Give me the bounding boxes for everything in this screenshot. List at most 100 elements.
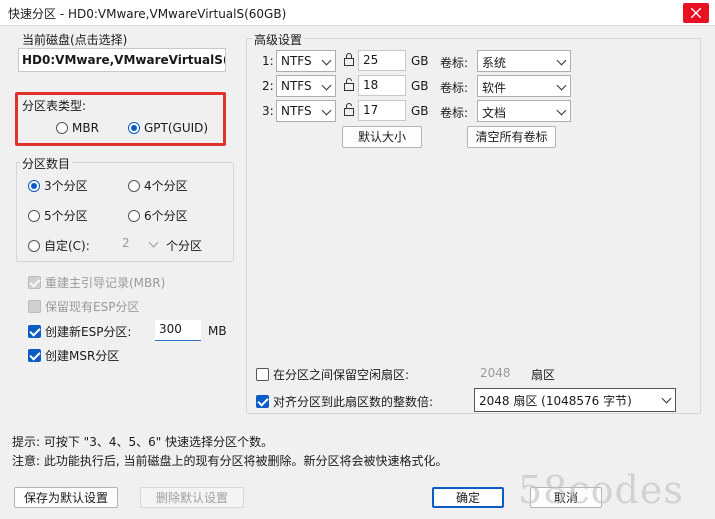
current-disk-selector[interactable]: HD0:VMware,VMwareVirtualS( <box>18 48 226 72</box>
radio-mbr-label: MBR <box>72 121 99 135</box>
keep-free-sectors-box <box>256 368 269 381</box>
row-3-index: 3: <box>262 104 274 118</box>
align-sectors-label: 对齐分区到此扇区数的整数倍: <box>273 395 434 409</box>
rebuild-mbr-box <box>28 276 41 289</box>
window-title: 快速分区 - HD0:VMware,VMwareVirtualS(60GB) <box>8 7 287 21</box>
radio-mbr-indicator <box>56 122 68 134</box>
esp-size-input[interactable]: 300 <box>155 320 201 341</box>
row-3-unit: GB <box>411 104 429 118</box>
chevron-down-icon <box>321 55 332 66</box>
row-1-vol-label: 卷标: <box>440 56 469 70</box>
warning-text: 注意: 此功能执行后, 当前磁盘上的现有分区将被删除。新分区将会被快速格式化。 <box>12 454 448 468</box>
row-1-vol-value: 系统 <box>482 56 507 70</box>
chevron-down-icon <box>556 55 567 66</box>
custom-count-suffix: 个分区 <box>166 239 203 253</box>
unlock-icon[interactable] <box>343 102 355 117</box>
radio-6-partitions[interactable]: 6个分区 <box>128 207 188 224</box>
row-3-size-input[interactable]: 17 <box>358 100 406 121</box>
radio-5-label: 5个分区 <box>44 209 88 223</box>
row-1-fs-value: NTFS <box>281 54 312 68</box>
keep-free-sectors-unit: 扇区 <box>531 368 556 382</box>
keep-free-sectors-label: 在分区之间保留空闲扇区: <box>273 368 410 382</box>
row-3-vol-value: 文档 <box>482 106 507 120</box>
create-msr-box <box>28 349 41 362</box>
chevron-down-icon <box>321 105 332 116</box>
align-sectors-checkbox[interactable]: 对齐分区到此扇区数的整数倍: <box>256 393 433 410</box>
chevron-down-icon <box>556 80 567 91</box>
row-2-unit: GB <box>411 79 429 93</box>
title-bar: 快速分区 - HD0:VMware,VMwareVirtualS(60GB) <box>0 0 715 26</box>
radio-custom-partitions[interactable]: 自定(C): <box>28 237 90 254</box>
radio-4-label: 4个分区 <box>144 179 188 193</box>
radio-gpt-indicator <box>128 122 140 134</box>
radio-custom-label: 自定(C): <box>44 239 90 253</box>
keep-esp-checkbox[interactable]: 保留现有ESP分区 <box>28 298 139 315</box>
keep-esp-box <box>28 300 41 313</box>
row-3-vol-select[interactable]: 文档 <box>477 100 571 122</box>
align-sectors-select[interactable]: 2048 扇区 (1048576 字节) <box>474 388 676 412</box>
radio-custom-indicator <box>28 239 40 252</box>
align-sectors-box <box>256 395 269 408</box>
radio-5-indicator <box>28 209 40 222</box>
close-icon <box>691 8 701 18</box>
partition-table-label: 分区表类型: <box>22 99 87 113</box>
radio-gpt[interactable]: GPT(GUID) <box>128 121 208 135</box>
current-disk-label: 当前磁盘(点击选择) <box>22 33 128 47</box>
row-3-fs-value: NTFS <box>281 104 312 118</box>
row-1-index: 1: <box>262 54 274 68</box>
row-2-index: 2: <box>262 79 274 93</box>
chevron-down-icon <box>661 393 672 404</box>
rebuild-mbr-label: 重建主引导记录(MBR) <box>45 276 166 290</box>
custom-count-value: 2 <box>122 236 130 250</box>
chevron-down-icon <box>556 105 567 116</box>
row-1-vol-select[interactable]: 系统 <box>477 50 571 72</box>
row-1-fs-select[interactable]: NTFS <box>276 50 336 72</box>
watermark: 58codes <box>518 468 684 512</box>
radio-4-partitions[interactable]: 4个分区 <box>128 177 188 194</box>
default-size-button[interactable]: 默认大小 <box>342 126 422 148</box>
radio-4-indicator <box>128 179 140 192</box>
esp-size-unit: MB <box>208 324 227 338</box>
row-2-fs-select[interactable]: NTFS <box>276 75 336 97</box>
radio-3-indicator <box>28 179 40 192</box>
radio-mbr[interactable]: MBR <box>56 121 99 135</box>
ok-button[interactable]: 确定 <box>432 487 504 508</box>
create-msr-checkbox[interactable]: 创建MSR分区 <box>28 347 119 364</box>
chevron-down-icon <box>321 80 332 91</box>
row-2-vol-label: 卷标: <box>440 81 469 95</box>
custom-count-select[interactable]: 2 <box>118 233 162 255</box>
advanced-settings-label: 高级设置 <box>252 31 305 48</box>
create-esp-box <box>28 325 41 338</box>
row-1-unit: GB <box>411 54 429 68</box>
rebuild-mbr-checkbox[interactable]: 重建主引导记录(MBR) <box>28 274 165 291</box>
row-2-vol-value: 软件 <box>482 81 507 95</box>
row-1-size-input[interactable]: 25 <box>358 50 406 71</box>
row-2-fs-value: NTFS <box>281 79 312 93</box>
delete-default-button[interactable]: 删除默认设置 <box>140 487 244 508</box>
radio-gpt-label: GPT(GUID) <box>144 121 209 135</box>
row-3-fs-select[interactable]: NTFS <box>276 100 336 122</box>
tip-text: 提示: 可按下 "3、4、5、6" 快速选择分区个数。 <box>12 435 274 449</box>
unlock-icon[interactable] <box>343 77 355 92</box>
radio-6-label: 6个分区 <box>144 209 188 223</box>
radio-5-partitions[interactable]: 5个分区 <box>28 207 88 224</box>
radio-3-label: 3个分区 <box>44 179 88 193</box>
clear-labels-button[interactable]: 清空所有卷标 <box>467 126 556 148</box>
align-sectors-value: 2048 扇区 (1048576 字节) <box>479 394 632 408</box>
create-msr-label: 创建MSR分区 <box>45 349 120 363</box>
save-default-button[interactable]: 保存为默认设置 <box>14 487 118 508</box>
row-2-size-input[interactable]: 18 <box>358 75 406 96</box>
create-esp-label: 创建新ESP分区: <box>45 325 132 339</box>
keep-free-sectors-checkbox[interactable]: 在分区之间保留空闲扇区: <box>256 366 409 383</box>
keep-esp-label: 保留现有ESP分区 <box>45 300 140 314</box>
radio-6-indicator <box>128 209 140 222</box>
radio-3-partitions[interactable]: 3个分区 <box>28 177 88 194</box>
partition-count-label: 分区数目 <box>20 155 73 172</box>
row-2-vol-select[interactable]: 软件 <box>477 75 571 97</box>
chevron-down-icon <box>148 237 159 248</box>
lock-icon[interactable] <box>343 52 355 67</box>
row-3-vol-label: 卷标: <box>440 106 469 120</box>
create-esp-checkbox[interactable]: 创建新ESP分区: <box>28 323 131 340</box>
keep-free-sectors-value[interactable]: 2048 <box>480 366 511 380</box>
close-button[interactable] <box>683 3 709 23</box>
